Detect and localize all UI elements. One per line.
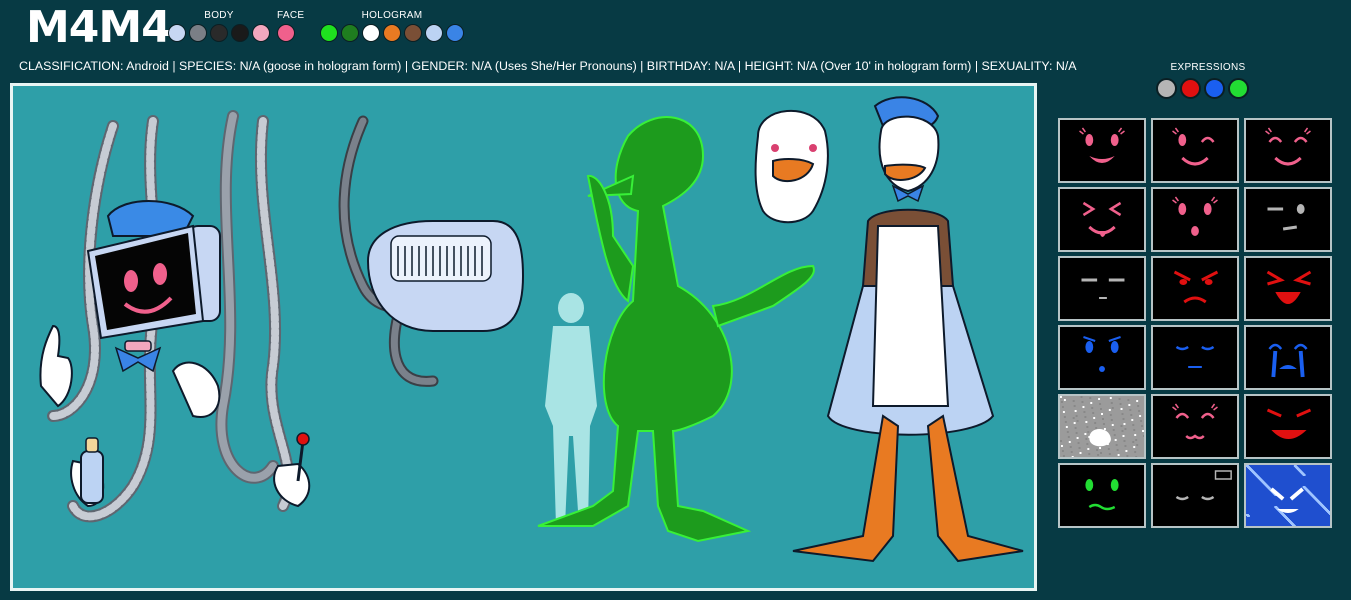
expressions-grid — [1058, 118, 1332, 528]
expression-surprised-icon — [1151, 187, 1239, 252]
expression-color-swatch — [1156, 78, 1177, 99]
color-swatch — [168, 24, 186, 42]
expression-tongue-out-icon — [1058, 187, 1146, 252]
palette-face: FACE — [277, 10, 304, 42]
expression-skeptical-icon — [1244, 187, 1332, 252]
expressions-title: EXPRESSIONS — [1170, 62, 1246, 73]
character-artwork — [39, 96, 1024, 563]
palette-hologram-swatches — [320, 24, 464, 42]
expression-sleepy-icon — [1151, 325, 1239, 390]
color-swatch — [362, 24, 380, 42]
expression-static-icon — [1058, 394, 1146, 459]
palette-face-label: FACE — [277, 10, 305, 21]
expression-happy-closed-icon — [1244, 118, 1332, 183]
expression-sad-icon — [1058, 325, 1146, 390]
expression-color-swatch — [1180, 78, 1201, 99]
expression-color-swatch — [1228, 78, 1249, 99]
color-swatch — [341, 24, 359, 42]
color-swatch — [252, 24, 270, 42]
human-scale-silhouette — [545, 293, 597, 526]
expression-cat-smirk-icon — [1151, 394, 1239, 459]
expression-error-icon — [1244, 463, 1332, 528]
palette-hologram: HOLOGRAM — [320, 10, 464, 42]
color-swatch — [383, 24, 401, 42]
expression-shouting-icon — [1244, 256, 1332, 321]
palette-body: BODY — [168, 10, 270, 42]
palette-body-swatches — [168, 24, 270, 42]
palette-face-swatches — [277, 24, 304, 42]
reference-sheet-panel — [10, 83, 1037, 591]
expression-neutral-flat-icon — [1058, 256, 1146, 321]
expression-color-swatch — [1204, 78, 1225, 99]
expression-sick-icon — [1058, 463, 1146, 528]
color-swatch — [189, 24, 207, 42]
expression-angry-icon — [1151, 256, 1239, 321]
expression-evil-grin-icon — [1244, 394, 1332, 459]
color-swatch — [446, 24, 464, 42]
palette-body-label: BODY — [204, 10, 234, 21]
color-swatch — [210, 24, 228, 42]
character-info: CLASSIFICATION: Android | SPECIES: N/A (… — [19, 59, 1077, 73]
color-swatch — [425, 24, 443, 42]
color-swatch — [231, 24, 249, 42]
goose-headshot — [754, 109, 829, 224]
character-name: M4M4 — [26, 2, 172, 53]
expression-wink-icon — [1151, 118, 1239, 183]
lollipop — [296, 432, 310, 446]
color-swatch — [277, 24, 295, 42]
color-swatch — [404, 24, 422, 42]
expressions-color-swatches — [1156, 78, 1249, 99]
expression-smile-icon — [1058, 118, 1146, 183]
expression-crying-icon — [1244, 325, 1332, 390]
color-swatch — [320, 24, 338, 42]
hologram-projector — [366, 220, 525, 332]
baby-bottle — [80, 450, 104, 504]
expression-sleeping-icon — [1151, 463, 1239, 528]
palette-hologram-label: HOLOGRAM — [361, 10, 423, 21]
